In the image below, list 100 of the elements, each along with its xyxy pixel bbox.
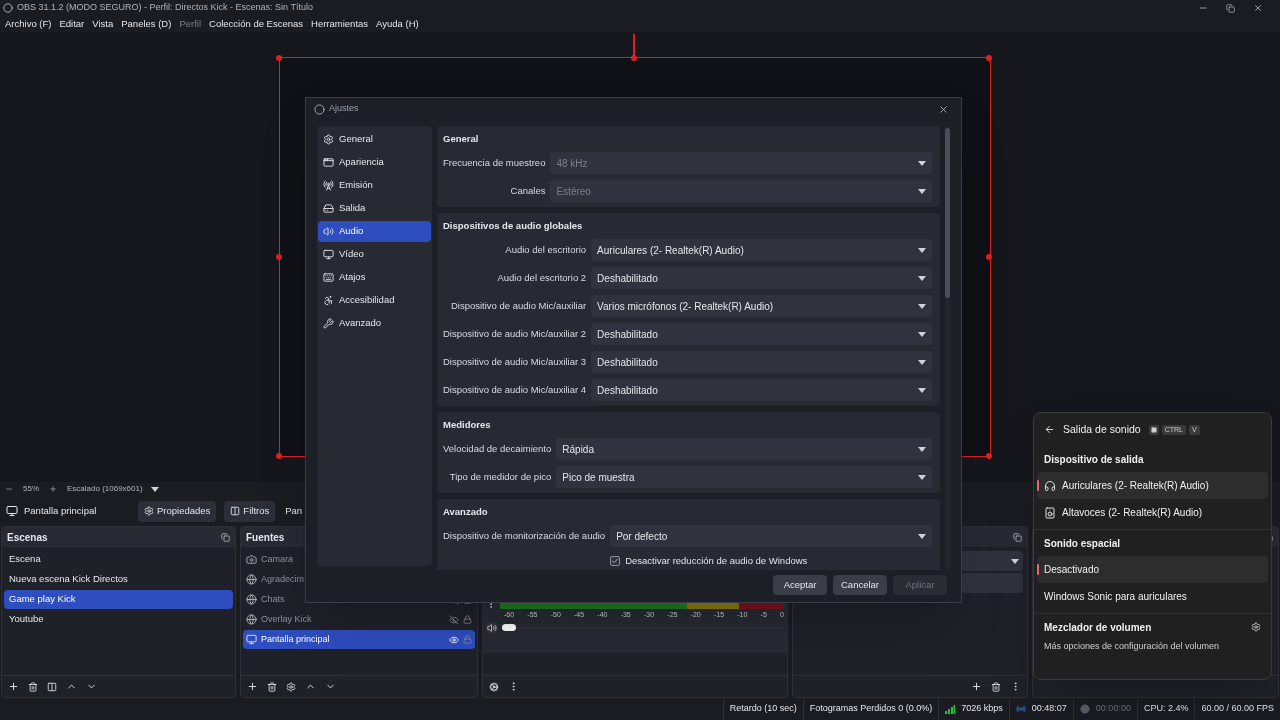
nav-item[interactable]: General	[318, 129, 431, 150]
trash-icon[interactable]	[28, 681, 38, 692]
dialog-button[interactable]: Cancelar	[833, 575, 887, 595]
caret-icon	[1011, 558, 1019, 564]
checkbox[interactable]	[610, 556, 621, 566]
filter-icon	[230, 506, 241, 516]
nav-item[interactable]: Apariencia	[318, 152, 431, 173]
nav-item[interactable]: Audio	[318, 221, 431, 242]
flyout-item[interactable]: Desactivado	[1037, 556, 1268, 583]
menu-item[interactable]: Vista	[92, 16, 114, 32]
field-label: Dispositivo de audio Mic/auxiliar 2	[443, 326, 587, 341]
dropdown[interactable]: Deshabilitado	[591, 379, 932, 401]
dropdown[interactable]: Pico de muestra	[556, 466, 932, 488]
flyout-section-title: Dispositivo de salida	[1043, 452, 1145, 467]
signal-icon	[945, 704, 956, 714]
caret-icon	[918, 446, 926, 452]
add-icon[interactable]	[247, 681, 258, 692]
dropdown[interactable]: Auriculares (2- Realtek(R) Audio)	[591, 239, 932, 261]
field-label: Dispositivo de monitorización de audio	[443, 528, 606, 543]
menu-item[interactable]: Ayuda (H)	[376, 16, 419, 32]
source-item[interactable]: Pantalla principal	[243, 630, 475, 649]
toolbar-button[interactable]: Pan	[285, 503, 303, 519]
dialog-title: Ajustes	[329, 102, 359, 116]
resize-handle[interactable]	[986, 453, 992, 459]
nav-item[interactable]: Emisión	[318, 175, 431, 196]
scrollbar[interactable]	[945, 126, 950, 570]
dropdown[interactable]: Varios micrófonos (2- Realtek(R) Audio)	[591, 295, 932, 317]
slider-thumb[interactable]	[502, 623, 516, 631]
scene-item[interactable]: Game play Kick	[4, 590, 233, 609]
dropdown[interactable]: Deshabilitado	[591, 267, 932, 289]
drive-icon	[323, 203, 334, 214]
add-icon[interactable]	[8, 681, 19, 692]
back-arrow-icon[interactable]	[1044, 424, 1055, 435]
gear-icon[interactable]	[286, 681, 296, 692]
nav-item[interactable]: Atajos	[318, 267, 431, 288]
menu-item[interactable]: Editar	[59, 16, 85, 32]
field-label: Frecuencia de muestreo	[443, 155, 546, 170]
flyout-item[interactable]: Windows Sonic para auriculares	[1037, 583, 1268, 610]
gears-icon[interactable]	[489, 681, 499, 692]
dropdown[interactable]: Deshabilitado	[591, 323, 932, 345]
caret-icon	[918, 247, 926, 253]
scene-item[interactable]: Nueva escena Kick Directos	[4, 570, 233, 589]
eye-off-icon[interactable]	[449, 614, 459, 625]
speaker-icon	[1044, 506, 1056, 519]
menu-item[interactable]: Colección de Escenas	[209, 16, 304, 32]
zoom-in-icon[interactable]	[49, 485, 57, 493]
volume-slider[interactable]	[502, 623, 784, 632]
speaker-icon[interactable]	[486, 621, 498, 634]
nav-item[interactable]: Accesibilidad	[318, 290, 431, 311]
dropdown[interactable]: Rápida	[556, 438, 932, 460]
toolbar-button[interactable]: Filtros	[224, 500, 276, 522]
dropdown[interactable]: Por defecto	[610, 525, 932, 547]
settings-icon[interactable]	[1251, 622, 1261, 632]
float-icon[interactable]	[1013, 532, 1022, 542]
toolbar-button[interactable]: Propiedades	[138, 500, 217, 522]
nav-item[interactable]: Salida	[318, 198, 431, 219]
eye-icon[interactable]	[449, 634, 459, 645]
nav-item[interactable]: Vídeo	[318, 244, 431, 265]
trash-icon[interactable]	[267, 681, 277, 692]
resize-handle[interactable]	[276, 55, 282, 61]
accessibility-icon	[323, 295, 334, 306]
resize-handle[interactable]	[986, 55, 992, 61]
restore-icon[interactable]	[1226, 3, 1235, 13]
dropdown[interactable]: Deshabilitado	[591, 351, 932, 373]
menu-item[interactable]: Herramientas	[311, 16, 369, 32]
add-icon[interactable]	[971, 681, 982, 692]
windows-key-icon	[1148, 424, 1159, 435]
caret-icon	[918, 303, 926, 309]
antenna-icon	[323, 180, 334, 191]
status-text: CPU: 2.4%	[1143, 702, 1189, 716]
status-text: 00:00:00	[1095, 702, 1131, 716]
section-title: Avanzado	[443, 504, 489, 519]
filter-icon[interactable]	[47, 681, 57, 692]
more-options-link[interactable]: Más opciones de configuración del volumen	[1034, 640, 1271, 654]
resize-handle[interactable]	[986, 254, 992, 260]
gear-icon	[144, 506, 154, 516]
rotation-handle[interactable]	[633, 34, 635, 56]
lock-icon[interactable]	[463, 615, 472, 624]
float-icon[interactable]	[221, 532, 230, 542]
resize-handle[interactable]	[276, 254, 282, 260]
resize-handle[interactable]	[276, 453, 282, 459]
monitor-icon	[323, 249, 334, 260]
menu-item[interactable]: Archivo (F)	[5, 16, 52, 32]
resize-handle[interactable]	[631, 55, 637, 61]
menu-item[interactable]: Paneles (D)	[121, 16, 172, 32]
dock-title: Escenas	[7, 530, 48, 545]
dialog-button[interactable]: Aceptar	[773, 575, 827, 595]
status-text: 00:48:07	[1031, 702, 1067, 716]
scale-dropdown[interactable]: Escalado (1069x601)	[67, 483, 159, 495]
close-icon[interactable]	[938, 103, 949, 115]
nav-item[interactable]: Avanzado	[318, 313, 431, 334]
status-text: Fotogramas Perdidos 0 (0.0%)	[809, 702, 933, 716]
trash-icon[interactable]	[991, 681, 1001, 692]
monitor-icon	[6, 505, 18, 517]
scene-item[interactable]: Escena	[4, 550, 233, 569]
source-item[interactable]: Overlay Kick	[243, 610, 475, 629]
flyout-item[interactable]: Auriculares (2- Realtek(R) Audio)	[1037, 472, 1268, 499]
scene-item[interactable]: Youtube	[4, 610, 233, 629]
close-icon[interactable]	[1253, 3, 1263, 13]
flyout-item[interactable]: Altavoces (2- Realtek(R) Audio)	[1037, 499, 1268, 526]
